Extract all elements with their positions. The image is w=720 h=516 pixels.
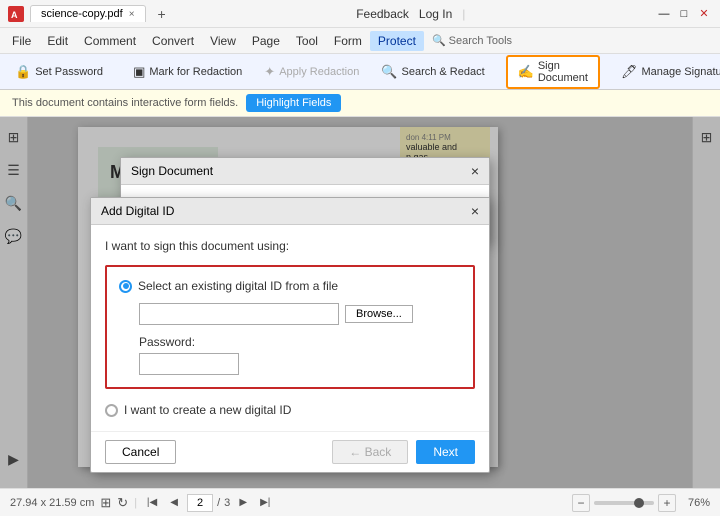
close-btn[interactable]: ✕ — [696, 6, 712, 22]
option1-label: Select an existing digital ID from a fil… — [138, 279, 338, 293]
tab-filename: science-copy.pdf — [41, 8, 123, 20]
page-navigation: |◀ ◀ / 3 ▶ ▶| — [143, 494, 274, 512]
add-tab-btn[interactable]: + — [150, 4, 174, 24]
search-tools-btn[interactable]: 🔍 Search Tools — [424, 31, 520, 50]
apply-icon: ✦ — [264, 64, 275, 80]
lock-icon: 🔒 — [15, 64, 31, 80]
digital-id-dialog: Add Digital ID × I want to sign this doc… — [90, 197, 490, 473]
sign-dialog-close-btn[interactable]: × — [471, 163, 479, 179]
digital-id-body: I want to sign this document using: Sele… — [91, 225, 489, 431]
manage-signatures-btn[interactable]: 🖊 Manage Signatures ▾ — [612, 60, 720, 84]
sign-dialog-titlebar: Sign Document × — [121, 158, 489, 185]
toolbar: 🔒 Set Password ▣ Mark for Redaction ✦ Ap… — [0, 54, 720, 90]
mark-icon: ▣ — [133, 64, 145, 80]
first-page-btn[interactable]: |◀ — [143, 494, 161, 512]
status-bar: 27.94 x 21.59 cm ⊞ ↻ | |◀ ◀ / 3 ▶ ▶| − +… — [0, 488, 720, 516]
digital-id-title: Add Digital ID — [101, 204, 174, 218]
digital-id-close-btn[interactable]: × — [471, 203, 479, 219]
did-instruction: I want to sign this document using: — [105, 239, 475, 253]
search-icon: 🔍 — [432, 34, 446, 47]
sign-document-btn[interactable]: ✍ Sign Document — [506, 55, 600, 89]
set-password-btn[interactable]: 🔒 Set Password — [6, 60, 112, 84]
next-page-btn[interactable]: ▶ — [234, 494, 252, 512]
menu-comment[interactable]: Comment — [76, 31, 144, 51]
svg-text:A: A — [11, 10, 18, 20]
maximize-btn[interactable]: □ — [676, 6, 692, 22]
option1-radio[interactable] — [119, 280, 132, 293]
minimize-btn[interactable]: — — [656, 6, 672, 22]
password-input[interactable] — [139, 353, 239, 375]
search-redact-icon: 🔍 — [381, 64, 397, 80]
main-area: ⊞ ☰ 🔍 💬 ▶ Mat n table n gas. on is: don … — [0, 117, 720, 488]
option2-radio[interactable] — [105, 404, 118, 417]
browse-btn[interactable]: Browse... — [345, 305, 413, 323]
page-total: 3 — [224, 497, 230, 509]
back-btn[interactable]: ← Back — [332, 440, 408, 464]
option2-row: I want to create a new digital ID — [105, 403, 475, 417]
menu-bar: File Edit Comment Convert View Page Tool… — [0, 28, 720, 54]
next-btn[interactable]: Next — [416, 440, 475, 464]
feedback-link[interactable]: Feedback — [356, 7, 409, 21]
menu-view[interactable]: View — [202, 31, 244, 51]
file-path-input[interactable] — [139, 303, 339, 325]
tab-close-btn[interactable]: × — [129, 9, 135, 20]
mark-redaction-btn[interactable]: ▣ Mark for Redaction — [124, 60, 251, 84]
zoom-thumb — [634, 498, 644, 508]
fit-icon: ⊞ — [100, 495, 111, 511]
highlight-fields-btn[interactable]: Highlight Fields — [246, 94, 341, 112]
page-total-sep: / — [217, 497, 220, 509]
menu-convert[interactable]: Convert — [144, 31, 202, 51]
login-link[interactable]: Log In — [419, 7, 452, 21]
prev-page-btn[interactable]: ◀ — [165, 494, 183, 512]
last-page-btn[interactable]: ▶| — [256, 494, 274, 512]
option1-row: Select an existing digital ID from a fil… — [119, 279, 461, 293]
sig-icon: 🖊 — [621, 64, 638, 80]
cancel-btn[interactable]: Cancel — [105, 440, 176, 464]
zoom-level: 76% — [680, 497, 710, 509]
zoom-control: − + 76% — [572, 494, 710, 512]
active-tab[interactable]: science-copy.pdf × — [30, 5, 146, 22]
page-number-input[interactable] — [187, 494, 213, 512]
dimensions-text: 27.94 x 21.59 cm — [10, 497, 94, 509]
menu-edit[interactable]: Edit — [39, 31, 76, 51]
sign-icon: ✍ — [518, 64, 534, 80]
app-icon: A — [8, 6, 24, 22]
status-right: − + 76% — [572, 494, 710, 512]
option2-label: I want to create a new digital ID — [124, 403, 291, 417]
window-controls: — □ ✕ — [656, 6, 712, 22]
zoom-in-btn[interactable]: + — [658, 494, 676, 512]
did-options-box: Select an existing digital ID from a fil… — [105, 265, 475, 389]
digital-id-titlebar: Add Digital ID × — [91, 198, 489, 225]
search-redact-btn[interactable]: 🔍 Search & Redact — [372, 60, 493, 84]
menu-form[interactable]: Form — [326, 31, 370, 51]
menu-file[interactable]: File — [4, 31, 39, 51]
zoom-slider[interactable] — [594, 501, 654, 505]
info-bar: This document contains interactive form … — [0, 90, 720, 117]
rotate-icon: ↻ — [117, 495, 128, 511]
menu-tool[interactable]: Tool — [288, 31, 326, 51]
apply-redaction-btn[interactable]: ✦ Apply Redaction — [255, 60, 368, 84]
zoom-out-btn[interactable]: − — [572, 494, 590, 512]
status-left: 27.94 x 21.59 cm ⊞ ↻ | |◀ ◀ / 3 ▶ ▶| — [10, 494, 564, 512]
menu-protect[interactable]: Protect — [370, 31, 424, 51]
nav-btns: ← Back Next — [332, 440, 475, 464]
title-bar: A science-copy.pdf × + Feedback Log In |… — [0, 0, 720, 28]
info-message: This document contains interactive form … — [12, 97, 238, 109]
menu-page[interactable]: Page — [244, 31, 288, 51]
file-path-row: Browse... — [139, 303, 461, 325]
digital-id-footer: Cancel ← Back Next — [91, 431, 489, 472]
sign-dialog-title: Sign Document — [131, 164, 213, 178]
password-label: Password: — [139, 335, 461, 349]
